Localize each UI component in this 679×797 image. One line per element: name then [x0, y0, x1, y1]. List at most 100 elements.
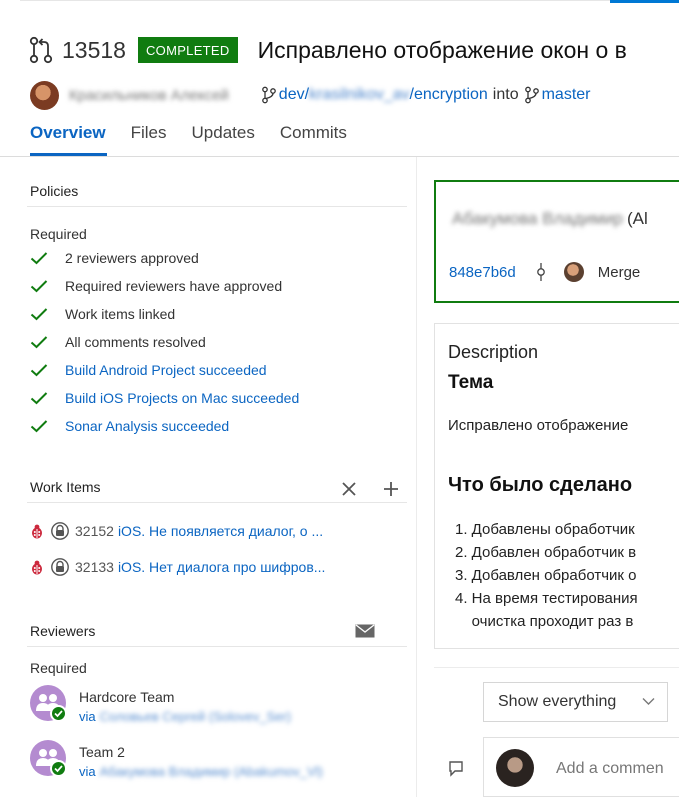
description-heading-2: Что было сделано [448, 474, 633, 496]
add-comment-box[interactable]: Add a commen [483, 737, 679, 797]
tab-files[interactable]: Files [131, 123, 167, 147]
check-icon [30, 420, 48, 433]
via-label: via [79, 764, 96, 779]
merger-avatar [563, 262, 584, 282]
work-item-row[interactable]: 32152 iOS. Не появляется диалог, о ... [30, 520, 323, 542]
page-title: Исправлено отображение окон о в [257, 36, 627, 63]
chevron-down-icon [642, 698, 655, 705]
branch-icon [261, 86, 276, 104]
check-icon [30, 364, 48, 377]
policies-title: Policies [30, 183, 79, 199]
commit-icon [536, 263, 545, 281]
divider [434, 667, 679, 668]
work-item-id: 32152 [75, 523, 114, 539]
dropdown-selected-value: Show everything [498, 693, 617, 710]
source-branch-user: krasilnikov_av [309, 86, 410, 103]
activity-filter-dropdown[interactable]: Show everything [483, 682, 668, 722]
comment-icon [449, 761, 463, 777]
policy-item: Work items linked [30, 304, 175, 324]
author-avatar[interactable] [30, 80, 59, 110]
check-icon [30, 308, 48, 321]
into-label: into [492, 86, 519, 103]
merger-name-row: Абакумова Владимир (Al [452, 209, 648, 229]
user-lock-icon [51, 558, 69, 576]
current-user-avatar [496, 749, 534, 787]
via-user[interactable]: Соловьев Сергей (Solovev_Ser) [100, 709, 292, 724]
policy-item: Required reviewers have approved [30, 276, 282, 296]
check-icon [30, 392, 48, 405]
tab-updates[interactable]: Updates [192, 123, 255, 147]
policy-link[interactable]: Build Android Project succeeded [65, 362, 267, 378]
team-avatar [30, 740, 67, 777]
check-icon [54, 710, 63, 718]
work-item-id: 32133 [75, 559, 114, 575]
check-icon [30, 280, 48, 293]
policy-link[interactable]: Sonar Analysis succeeded [65, 418, 229, 434]
approved-check-icon [50, 760, 67, 777]
list-item: 2. Добавлен обработчик в [455, 544, 637, 561]
bug-icon [32, 560, 42, 574]
description-heading: Тема [448, 372, 494, 393]
policy-item: Sonar Analysis succeeded [30, 416, 229, 436]
policy-item: Build Android Project succeeded [30, 360, 267, 380]
add-icon[interactable] [381, 479, 401, 499]
reviewer-via: via Соловьев Сергей (Solovev_Ser) [79, 709, 291, 724]
close-icon[interactable] [339, 479, 359, 499]
policies-required-label: Required [30, 226, 87, 242]
merge-status-card: Абакумова Владимир (Al 848e7b6d Merge [434, 180, 679, 303]
reviewer-name: Team 2 [79, 744, 125, 760]
description-label: Description [448, 342, 539, 362]
pr-tabs: Overview Files Updates Commits [30, 123, 372, 147]
policy-item: Build iOS Projects on Mac succeeded [30, 388, 299, 408]
list-item: 4. На время тестирования [455, 590, 638, 607]
work-item-row[interactable]: 32133 iOS. Нет диалога про шифров... [30, 556, 325, 578]
policy-link[interactable]: Build iOS Projects on Mac succeeded [65, 390, 299, 406]
mail-icon[interactable] [355, 624, 375, 638]
policy-label: 2 reviewers approved [65, 250, 199, 266]
work-item-title[interactable]: iOS. Не появляется диалог, о ... [118, 523, 323, 539]
active-tab-indicator [30, 153, 107, 156]
commit-link[interactable]: 848e7b6d [449, 264, 516, 281]
policy-label: Required reviewers have approved [65, 278, 283, 294]
pr-number: 13518 [62, 36, 126, 63]
policy-label: Work items linked [65, 306, 176, 322]
tab-commits[interactable]: Commits [280, 123, 347, 147]
approved-check-icon [50, 705, 67, 722]
panel-divider [416, 157, 417, 797]
user-lock-icon [51, 522, 69, 540]
policy-item: All comments resolved [30, 332, 206, 352]
check-icon [30, 252, 48, 265]
merger-name[interactable]: Абакумова Владимир [452, 209, 623, 228]
target-branch-link[interactable]: master [542, 86, 591, 104]
add-comment-placeholder[interactable]: Add a commen [556, 760, 664, 778]
divider [27, 502, 407, 503]
source-branch-link[interactable]: dev/krasilnikov_av/encryption [279, 86, 488, 104]
work-item-title[interactable]: iOS. Нет диалога про шифров... [118, 559, 326, 575]
source-branch-prefix: dev/ [278, 86, 310, 103]
merge-status-text: Merge [597, 263, 641, 281]
divider [27, 646, 407, 647]
source-branch-suffix: /encryption [409, 86, 488, 103]
policy-label: All comments resolved [65, 334, 206, 350]
merger-name-suffix: (Al [627, 209, 648, 228]
team-avatar [30, 685, 67, 722]
list-item: 3. Добавлен обработчик о [455, 567, 637, 584]
pr-header: 13518 COMPLETED Исправлено отображение о… [0, 0, 679, 157]
pr-title-row: 13518 COMPLETED Исправлено отображение о… [28, 33, 627, 67]
tab-overview[interactable]: Overview [30, 123, 106, 147]
reviewer-name: Hardcore Team [79, 689, 175, 705]
check-icon [54, 765, 63, 773]
work-items-actions [317, 479, 401, 499]
via-user[interactable]: Абакумова Владимир (Abakumov_Vl) [100, 764, 323, 779]
list-item: 1. Добавлены обработчик [455, 521, 635, 538]
merge-commit-row: 848e7b6d Merge [449, 262, 640, 282]
check-icon [30, 336, 48, 349]
branch-icon [524, 86, 539, 104]
divider [27, 206, 407, 207]
bug-icon [32, 524, 42, 538]
reviewers-required-label: Required [30, 660, 87, 676]
via-label: via [79, 709, 96, 724]
reviewer-via: via Абакумова Владимир (Abakumov_Vl) [79, 764, 323, 779]
description-text: Исправлено отображение [448, 417, 629, 434]
author-name[interactable]: Красильников Алексей [69, 87, 229, 104]
